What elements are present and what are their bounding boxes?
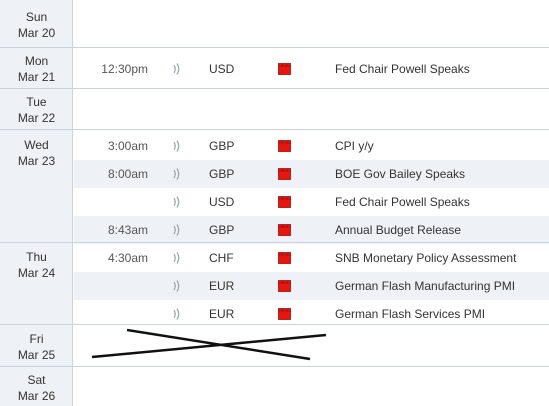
day-group-tue: Tue Mar 22	[0, 88, 549, 129]
event-currency: CHF	[209, 251, 234, 265]
date-cell: Wed Mar 23	[0, 130, 73, 242]
event-currency: GBP	[209, 223, 235, 237]
weekday-label: Sat	[27, 373, 46, 387]
event-title[interactable]: BOE Gov Bailey Speaks	[335, 160, 465, 188]
event-currency: USD	[209, 195, 235, 209]
red-folder-icon	[278, 252, 291, 264]
weekday-label: Sun	[25, 10, 48, 24]
red-folder-icon	[278, 140, 291, 152]
day-group-fri: Fri Mar 25	[0, 324, 549, 366]
day-group-sat: Sat Mar 26	[0, 366, 549, 406]
date-cell: Mon Mar 21	[0, 48, 73, 88]
sound-wave-icon[interactable]	[172, 279, 182, 293]
event-title[interactable]: SNB Monetary Policy Assessment	[335, 244, 516, 272]
sound-wave-icon[interactable]	[172, 251, 182, 265]
weekday-label: Tue	[26, 95, 47, 109]
month-day-label: Mar 20	[17, 26, 56, 40]
date-label: Sat Mar 26	[0, 372, 73, 404]
date-label: Sun Mar 20	[0, 9, 73, 41]
event-currency: GBP	[209, 139, 235, 153]
event-row[interactable]: 8:43am GBP Annual Budget Release	[74, 216, 549, 244]
event-title[interactable]: Fed Chair Powell Speaks	[335, 188, 470, 216]
sound-wave-icon[interactable]	[172, 223, 182, 237]
sound-wave-icon[interactable]	[172, 307, 182, 321]
event-title[interactable]: Annual Budget Release	[335, 216, 461, 244]
event-row[interactable]: 4:30am CHF SNB Monetary Policy Assessment	[74, 244, 549, 272]
event-time: 4:30am	[107, 251, 148, 265]
economic-calendar: Sun Mar 20 Mon Mar 21 12:30pm USD Fed Chair Po…	[0, 0, 549, 406]
month-day-label: Mar 21	[17, 70, 56, 84]
month-day-label: Mar 22	[17, 111, 56, 125]
date-cell: Thu Mar 24	[0, 243, 73, 324]
event-time: 3:00am	[107, 139, 148, 153]
date-cell: Sun Mar 20	[0, 0, 73, 47]
date-label: Mon Mar 21	[0, 53, 73, 85]
date-cell: Sat Mar 26	[0, 367, 73, 406]
event-title[interactable]: German Flash Manufacturing PMI	[335, 272, 515, 300]
date-cell: Fri Mar 25	[0, 325, 73, 366]
event-currency: USD	[209, 62, 235, 76]
date-cell: Tue Mar 22	[0, 89, 73, 129]
event-row[interactable]: EUR German Flash Manufacturing PMI	[74, 272, 549, 300]
day-group-thu: Thu Mar 24 4:30am CHF SNB Monetary Policy As…	[0, 242, 549, 324]
red-folder-icon	[278, 63, 291, 75]
day-group-wed: Wed Mar 23 3:00am GBP CPI y/y 8:00am GBP BOE Go…	[0, 129, 549, 244]
sound-wave-icon[interactable]	[172, 167, 182, 181]
event-title[interactable]: Fed Chair Powell Speaks	[335, 55, 470, 83]
red-folder-icon	[278, 224, 291, 236]
month-day-label: Mar 26	[17, 389, 56, 403]
date-label: Thu Mar 24	[0, 249, 73, 281]
red-folder-icon	[278, 196, 291, 208]
event-row[interactable]: 3:00am GBP CPI y/y	[74, 132, 549, 160]
red-folder-icon	[278, 280, 291, 292]
weekday-label: Thu	[26, 250, 47, 264]
event-row[interactable]: 8:00am GBP BOE Gov Bailey Speaks	[74, 160, 549, 188]
weekday-label: Fri	[29, 332, 44, 346]
red-folder-icon	[278, 168, 291, 180]
month-day-label: Mar 23	[17, 154, 56, 168]
date-label: Wed Mar 23	[0, 137, 73, 169]
weekday-label: Wed	[24, 138, 49, 152]
red-folder-icon	[278, 308, 291, 320]
event-row[interactable]: USD Fed Chair Powell Speaks	[74, 188, 549, 216]
day-group-mon: Mon Mar 21 12:30pm USD Fed Chair Powell Spea…	[0, 47, 549, 88]
day-group-sun: Sun Mar 20	[0, 0, 549, 47]
weekday-label: Mon	[24, 54, 49, 68]
event-title[interactable]: CPI y/y	[335, 132, 374, 160]
month-day-label: Mar 25	[17, 348, 56, 362]
month-day-label: Mar 24	[17, 266, 56, 280]
date-label: Tue Mar 22	[0, 94, 73, 126]
event-time: 12:30pm	[101, 62, 148, 76]
event-time: 8:00am	[107, 167, 148, 181]
sound-wave-icon[interactable]	[172, 195, 182, 209]
event-row[interactable]: 12:30pm USD Fed Chair Powell Speaks	[74, 55, 549, 83]
event-currency: GBP	[209, 167, 235, 181]
sound-wave-icon[interactable]	[172, 139, 182, 153]
sound-wave-icon[interactable]	[172, 62, 182, 76]
event-time: 8:43am	[107, 223, 148, 237]
date-label: Fri Mar 25	[0, 331, 73, 363]
event-currency: EUR	[209, 279, 235, 293]
